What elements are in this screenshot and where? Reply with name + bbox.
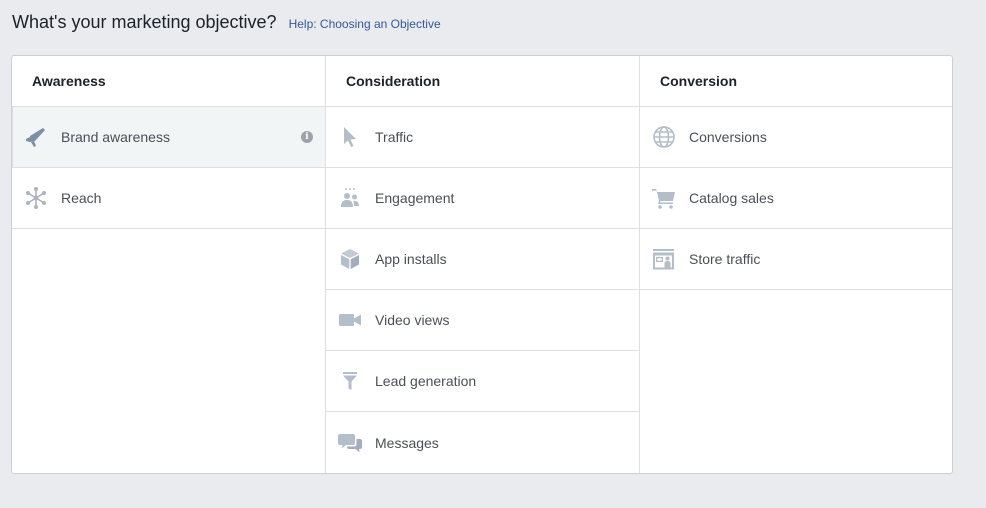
column-header-awareness: Awareness (12, 56, 325, 107)
objective-app-installs[interactable]: App installs (326, 229, 639, 290)
objective-label: Catalog sales (689, 190, 774, 206)
objective-label: Video views (375, 312, 450, 328)
shopping-cart-icon (652, 186, 676, 210)
help-choosing-objective-link[interactable]: Help: Choosing an Objective (289, 17, 441, 31)
video-camera-icon (338, 308, 362, 332)
objective-traffic[interactable]: Traffic (326, 107, 639, 168)
reach-network-icon (24, 186, 48, 210)
objective-label: Lead generation (375, 373, 477, 389)
objective-reach[interactable]: Reach (12, 168, 325, 229)
column-header-conversion: Conversion (640, 56, 952, 107)
box-icon (338, 247, 362, 271)
objective-label: Conversions (689, 129, 767, 145)
objective-brand-awareness[interactable]: Brand awareness i (12, 107, 325, 168)
objective-label: Store traffic (689, 251, 761, 267)
objective-lead-generation[interactable]: Lead generation (326, 351, 639, 412)
page-title: What's your marketing objective? (12, 12, 277, 32)
objective-label: Reach (61, 190, 102, 206)
chat-bubbles-icon (338, 431, 362, 455)
objective-messages[interactable]: Messages (326, 412, 639, 473)
people-icon (338, 186, 362, 210)
objective-label: Brand awareness (61, 129, 170, 145)
funnel-icon (338, 369, 362, 393)
objective-conversions[interactable]: Conversions (640, 107, 952, 168)
objective-video-views[interactable]: Video views (326, 290, 639, 351)
page-header: What's your marketing objective? Help: C… (12, 12, 441, 33)
objective-catalog-sales[interactable]: Catalog sales (640, 168, 952, 229)
megaphone-icon (24, 125, 48, 149)
consideration-column: Consideration Traffic Engagement App ins… (325, 56, 639, 473)
objective-label: Messages (375, 434, 439, 451)
objective-store-traffic[interactable]: Store traffic (640, 229, 952, 290)
storefront-icon (652, 247, 676, 271)
objective-label: App installs (375, 251, 447, 267)
awareness-column: Awareness Brand awareness i Reach (12, 56, 325, 473)
objective-label: Traffic (375, 129, 414, 145)
objective-panel: Awareness Brand awareness i Reach Consid… (11, 55, 953, 474)
globe-icon (652, 125, 676, 149)
column-header-consideration: Consideration (326, 56, 639, 107)
info-icon[interactable]: i (301, 131, 313, 143)
objective-engagement[interactable]: Engagement (326, 168, 639, 229)
cursor-icon (338, 125, 362, 149)
objective-label: Engagement (375, 190, 455, 206)
conversion-column: Conversion Conversions Catalog sales Sto… (639, 56, 952, 473)
